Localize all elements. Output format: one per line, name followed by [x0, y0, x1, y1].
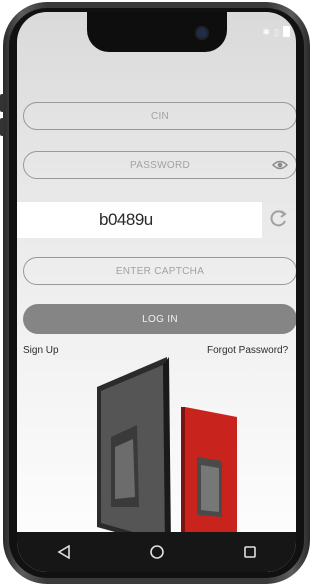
captcha-code: b0489u	[99, 210, 153, 229]
cin-input[interactable]	[58, 109, 262, 123]
refresh-captcha-icon[interactable]	[270, 209, 288, 229]
nav-recents-button[interactable]	[230, 532, 270, 572]
promo-illustration	[97, 357, 237, 547]
signup-link[interactable]: Sign Up	[23, 345, 59, 356]
notch	[87, 12, 227, 52]
cin-field[interactable]	[23, 102, 296, 130]
battery-icon	[283, 26, 290, 37]
login-button[interactable]: LOG IN	[23, 304, 296, 334]
captcha-image: b0489u	[17, 202, 262, 238]
nav-back-button[interactable]	[44, 532, 84, 572]
navigation-bar	[17, 532, 296, 572]
captcha-field[interactable]	[23, 257, 296, 285]
side-key	[0, 94, 4, 112]
notification-icon: ✱	[262, 26, 271, 37]
sim-icon: ▯	[274, 26, 279, 37]
forgot-password-link[interactable]: Forgot Password?	[207, 345, 288, 356]
side-key	[0, 118, 4, 136]
camera-icon	[197, 28, 207, 38]
password-field[interactable]	[23, 151, 296, 179]
show-password-icon[interactable]	[272, 159, 288, 171]
recents-icon	[243, 546, 256, 558]
home-icon	[149, 545, 164, 559]
status-bar: ✱ ▯	[262, 26, 290, 37]
captcha-input[interactable]	[58, 264, 262, 278]
password-input[interactable]	[58, 158, 262, 172]
back-icon	[56, 545, 70, 559]
app-screen: ✱ ▯ b0489u LOG IN Sign Up Forgot Passwor…	[17, 12, 296, 572]
nav-home-button[interactable]	[137, 532, 177, 572]
